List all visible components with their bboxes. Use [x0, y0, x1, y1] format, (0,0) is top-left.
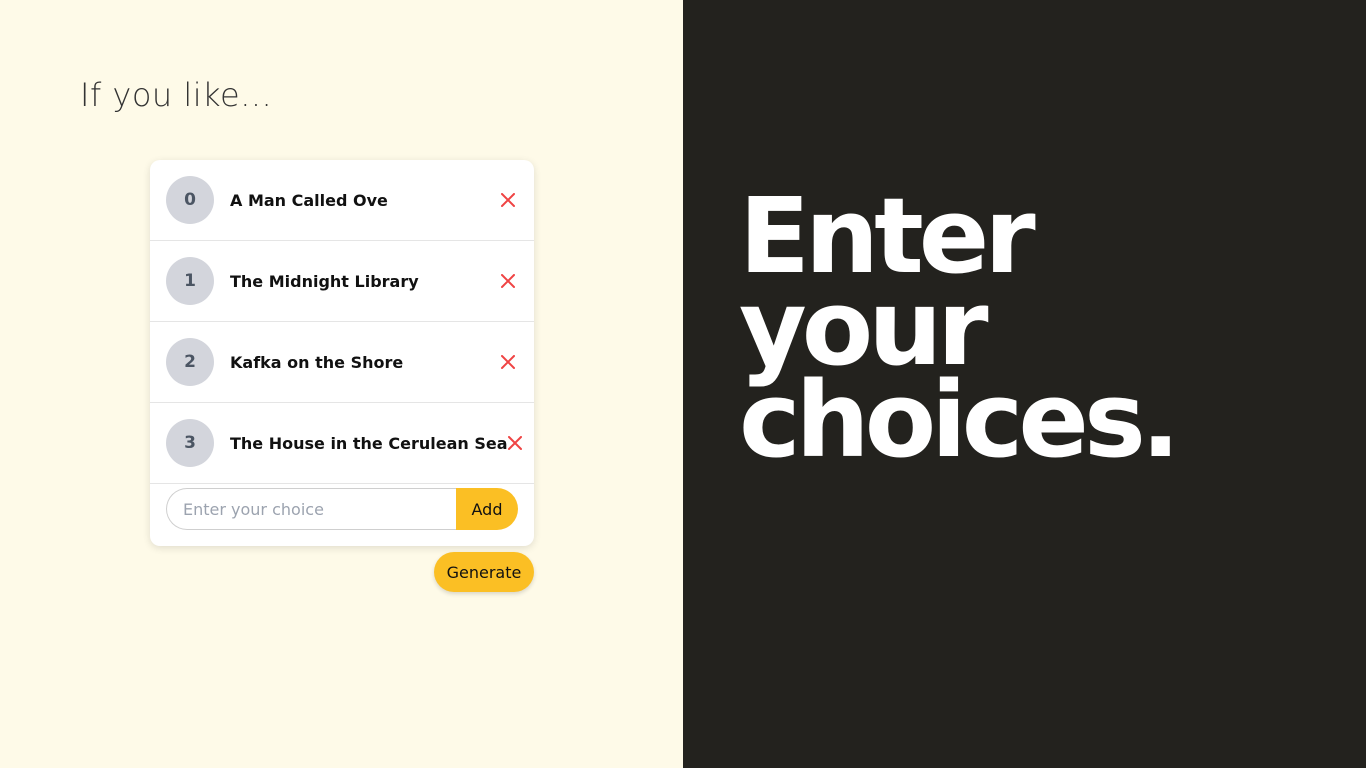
- choice-label: The House in the Cerulean Sea: [230, 433, 508, 453]
- add-button[interactable]: Add: [456, 488, 518, 530]
- list-item: 3 The House in the Cerulean Sea: [150, 403, 534, 484]
- choice-label: The Midnight Library: [230, 271, 419, 291]
- close-icon[interactable]: [507, 433, 522, 453]
- intro-heading: If you like...: [80, 76, 273, 114]
- index-badge: 0: [166, 176, 214, 224]
- index-badge: 3: [166, 419, 214, 467]
- list-item: 1 The Midnight Library: [150, 241, 534, 322]
- index-badge: 2: [166, 338, 214, 386]
- headline: Enter your choices.: [739, 184, 1180, 481]
- close-icon[interactable]: [498, 352, 518, 372]
- right-pane: Enter your choices.: [683, 0, 1366, 768]
- close-icon[interactable]: [498, 190, 518, 210]
- generate-button[interactable]: Generate: [434, 552, 534, 592]
- headline-line-3: choices.: [739, 359, 1180, 481]
- add-choice-row: Add: [150, 484, 534, 546]
- close-icon[interactable]: [498, 271, 518, 291]
- list-item: 2 Kafka on the Shore: [150, 322, 534, 403]
- choice-label: Kafka on the Shore: [230, 352, 404, 372]
- list-item: 0 A Man Called Ove: [150, 160, 534, 241]
- choices-card: 0 A Man Called Ove 1 The Midnight Librar…: [150, 160, 534, 546]
- choice-input[interactable]: [166, 488, 456, 530]
- left-pane: If you like... 0 A Man Called Ove 1 The …: [0, 0, 683, 768]
- choice-label: A Man Called Ove: [230, 190, 388, 210]
- index-badge: 1: [166, 257, 214, 305]
